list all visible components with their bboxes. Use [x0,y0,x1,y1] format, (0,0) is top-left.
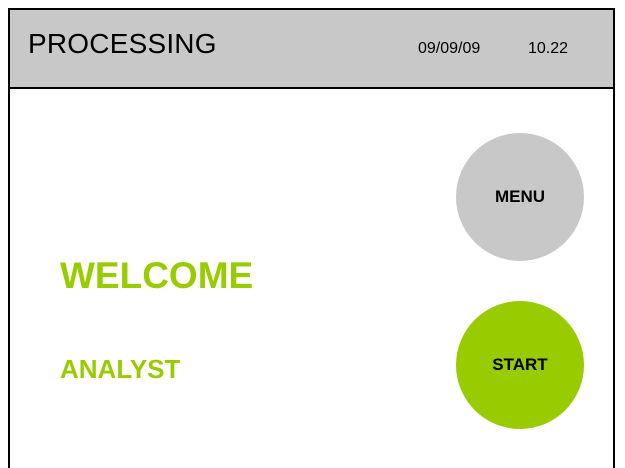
header-bar: PROCESSING 09/09/09 10.22 [10,10,613,89]
screen-title: PROCESSING [28,28,217,59]
date-display: 09/09/09 [418,40,481,57]
app-window: PROCESSING 09/09/09 10.22 WELCOME ANALYS… [8,8,615,468]
start-button[interactable]: START [456,301,584,429]
welcome-heading: WELCOME [60,255,254,296]
time-display: 10.22 [528,40,569,57]
user-name-label: ANALYST [60,354,181,384]
menu-button[interactable]: MENU [456,133,584,261]
